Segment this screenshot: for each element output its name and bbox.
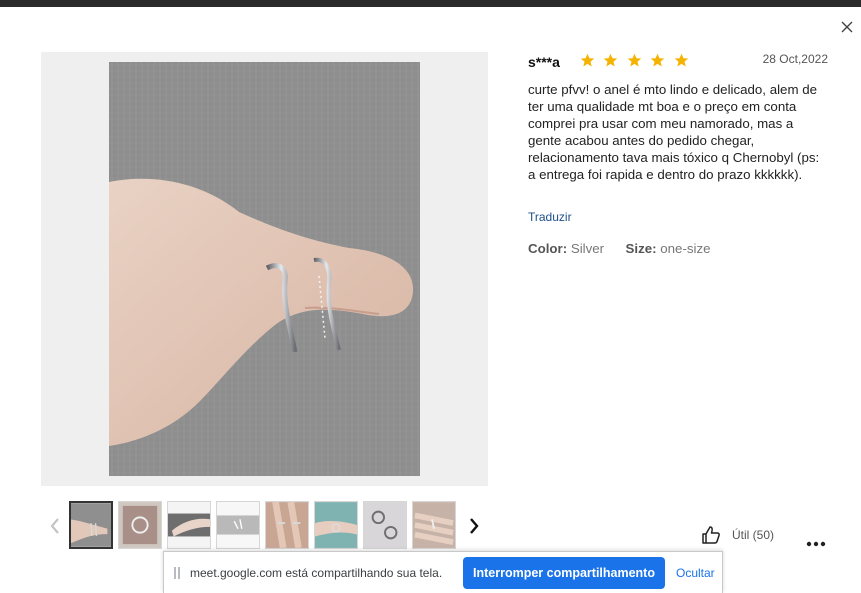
close-button[interactable] [839,19,855,35]
close-icon [841,21,853,33]
translate-link[interactable]: Traduzir [528,210,572,224]
thumbnail-6[interactable] [314,501,358,549]
thumbnail-3-image [168,502,210,548]
color-label: Color: [528,241,568,256]
size-value: one-size [660,241,711,256]
chevron-right-icon [470,518,479,534]
thumbnail-8-image [413,502,455,548]
main-review-photo[interactable] [109,62,420,476]
thumbnail-4-image [217,502,259,548]
thumbnail-7[interactable] [363,501,407,549]
reviewer-name: s***a [528,54,560,70]
rating-stars [580,53,693,69]
thumbnail-7-image [364,502,406,548]
thumbnail-1-image [71,503,111,547]
star-icon [580,53,595,67]
thumbnail-5-image [266,502,308,548]
thumbnail-5[interactable] [265,501,309,549]
color-value: Silver [570,241,605,256]
more-dots-icon [806,541,826,547]
thumbnail-3[interactable] [167,501,211,549]
thumbnail-4[interactable] [216,501,260,549]
helpful-count: Útil (50) [732,528,775,542]
thumbnail-1[interactable] [69,501,113,549]
thumbnail-prev-button[interactable] [48,516,62,536]
more-options-button[interactable] [806,534,826,547]
thumbnail-6-image [315,502,357,548]
thumbnail-strip [44,500,489,556]
main-photo-frame [41,52,488,486]
helpful-button[interactable]: Útil (50) [701,525,774,545]
hide-share-bar-link[interactable]: Ocultar [676,566,715,580]
star-icon [674,53,689,67]
chevron-left-icon [50,518,59,534]
thumbnail-8[interactable] [412,501,456,549]
review-date: 28 Oct,2022 [762,52,828,66]
thumbs-up-icon [702,526,720,544]
product-attributes: Color: Silver Size: one-size [528,241,711,256]
star-icon [651,53,665,67]
size-label: Size: [625,241,657,256]
stop-sharing-button[interactable]: Interromper compartilhamento [463,557,665,589]
star-icon [604,53,618,67]
review-text: curte pfvv! o anel é mto lindo e delicad… [528,82,820,182]
thumbnail-next-button[interactable] [467,516,481,536]
thumbnail-2-image [119,502,161,548]
ring-on-finger-photo [109,62,420,476]
screen-share-bar: meet.google.com está compartilhando sua … [163,551,723,593]
share-message: meet.google.com está compartilhando sua … [190,566,443,580]
drag-handle-icon[interactable] [174,567,180,579]
review-modal: s***a 28 Oct,2022 curte pfvv! o anel é m… [0,7,861,593]
thumbnail-2[interactable] [118,501,162,549]
star-icon [627,53,642,67]
